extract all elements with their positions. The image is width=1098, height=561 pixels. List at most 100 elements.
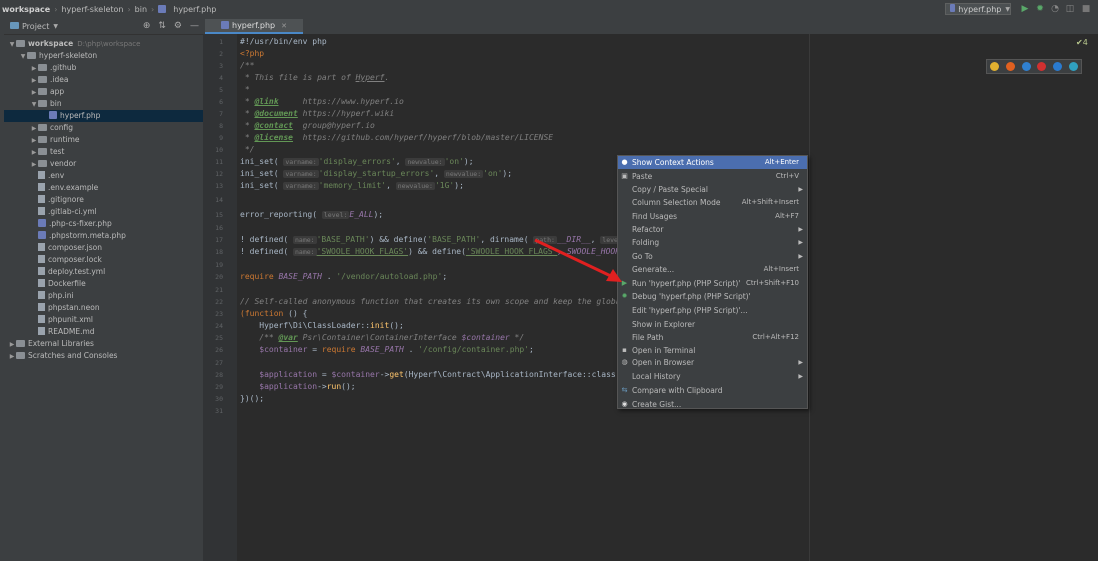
context-menu-item[interactable]: Find Usages Alt+F7 bbox=[618, 210, 807, 223]
context-menu-item[interactable]: Column Selection Mode Alt+Shift+Insert bbox=[618, 196, 807, 209]
tree-item[interactable]: .phpstorm.meta.php bbox=[4, 230, 229, 242]
context-menu-item[interactable]: ◉ Create Gist... bbox=[618, 398, 807, 411]
context-menu-item[interactable]: Copy / Paste Special ▶ bbox=[618, 183, 807, 196]
tree-item[interactable]: ▶ config bbox=[4, 122, 229, 134]
folder-icon bbox=[38, 135, 47, 143]
context-menu-item[interactable]: File Path Ctrl+Alt+F12 bbox=[618, 331, 807, 344]
context-menu-item[interactable]: ◍ Open in Browser ▶ bbox=[618, 356, 807, 369]
tree-item[interactable]: README.md bbox=[4, 326, 229, 338]
code-text: ; bbox=[529, 345, 534, 354]
context-menu-item[interactable]: ▶ Run 'hyperf.php (PHP Script)' Ctrl+Shift… bbox=[618, 277, 807, 290]
stop-icon[interactable]: ■ bbox=[1081, 4, 1091, 14]
tree-item[interactable]: ▶ .idea bbox=[4, 74, 229, 86]
code-line: $application = $container->get(Hyperf\Co… bbox=[240, 369, 625, 381]
tree-item[interactable]: ▶ Scratches and Consoles bbox=[4, 350, 207, 362]
code-text: = bbox=[307, 345, 322, 354]
chevron-down-icon[interactable]: ▼ bbox=[53, 23, 58, 30]
tree-item-label: config bbox=[50, 123, 73, 132]
tree-item[interactable]: .gitignore bbox=[4, 194, 229, 206]
code-text: ini_set( bbox=[240, 181, 279, 190]
tree-item[interactable]: composer.lock bbox=[4, 254, 229, 266]
tab-hyperf-php[interactable]: hyperf.php ✕ bbox=[205, 19, 303, 34]
locate-icon[interactable]: ⊕ bbox=[143, 21, 151, 31]
tree-item[interactable]: composer.json bbox=[4, 242, 229, 254]
context-menu-item[interactable]: ▣ Paste Ctrl+V bbox=[618, 170, 807, 183]
code-text: ! defined( bbox=[240, 235, 289, 244]
tree-item[interactable]: ▶ .github bbox=[4, 62, 229, 74]
context-menu-item[interactable]: ● Show Context Actions Alt+Enter bbox=[618, 156, 807, 169]
tree-item[interactable]: ▼ workspace D:\php\workspace bbox=[4, 38, 207, 50]
debug-icon[interactable]: ✹ bbox=[1035, 4, 1045, 14]
tree-item[interactable]: .env bbox=[4, 170, 229, 182]
context-menu-item[interactable]: Folding ▶ bbox=[618, 236, 807, 249]
profiler-icon[interactable]: ◫ bbox=[1065, 4, 1075, 14]
context-menu-item[interactable]: ⇆ Compare with Clipboard bbox=[618, 384, 807, 397]
hide-icon[interactable]: — bbox=[190, 21, 199, 31]
context-menu-item[interactable]: Generate... Alt+Insert bbox=[618, 263, 807, 276]
ie-icon[interactable] bbox=[1052, 62, 1062, 71]
safari-icon[interactable] bbox=[1021, 62, 1031, 71]
context-menu-item-label: Open in Browser bbox=[632, 358, 695, 367]
string-literal: 'display_startup_errors' bbox=[318, 169, 435, 178]
tree-item[interactable]: deploy.test.yml bbox=[4, 266, 229, 278]
browser-popup bbox=[986, 59, 1082, 74]
context-menu-item[interactable]: Refactor ▶ bbox=[618, 223, 807, 236]
globe-icon: ◍ bbox=[621, 358, 628, 366]
tree-item[interactable]: php.ini bbox=[4, 290, 229, 302]
tree-item[interactable]: ▶ runtime bbox=[4, 134, 229, 146]
tree-item[interactable]: .gitlab-ci.yml bbox=[4, 206, 229, 218]
context-menu-item[interactable]: ✹ Debug 'hyperf.php (PHP Script)' bbox=[618, 290, 807, 303]
inspection-widget[interactable]: ✔4 bbox=[1076, 38, 1088, 47]
tree-item[interactable]: ▶ vendor bbox=[4, 158, 229, 170]
inspection-count: 4 bbox=[1082, 38, 1088, 47]
tree-item[interactable]: ▶ External Libraries bbox=[4, 338, 207, 350]
context-menu-item[interactable]: Edit 'hyperf.php (PHP Script)'... bbox=[618, 304, 807, 317]
run-configuration-selector[interactable]: hyperf.php ▼ bbox=[945, 3, 1011, 15]
editor-context-menu: ● Show Context Actions Alt+Enter ▣ Paste Ctrl… bbox=[617, 155, 808, 409]
code-line: * bbox=[240, 84, 250, 96]
tree-item[interactable]: phpunit.xml bbox=[4, 314, 229, 326]
code-text: (); bbox=[341, 382, 356, 391]
breadcrumb-workspace[interactable]: workspace bbox=[2, 5, 50, 14]
context-menu-item-label: Local History bbox=[632, 372, 681, 381]
code-text: * bbox=[240, 109, 255, 118]
chevron-right-icon[interactable]: ▶ bbox=[8, 351, 16, 363]
tree-item[interactable]: phpstan.neon bbox=[4, 302, 229, 314]
close-icon[interactable]: ✕ bbox=[281, 22, 287, 30]
context-menu-item-shortcut: Alt+Shift+Insert bbox=[741, 198, 799, 206]
php-file-icon bbox=[38, 231, 46, 239]
collapse-all-icon[interactable]: ⇅ bbox=[158, 21, 166, 31]
project-panel-title[interactable]: Project bbox=[22, 22, 49, 31]
coverage-icon[interactable]: ◔ bbox=[1050, 4, 1060, 14]
bulb-icon: ● bbox=[621, 158, 628, 166]
chrome-icon[interactable] bbox=[990, 62, 1000, 71]
breadcrumb-hyperf-skeleton[interactable]: hyperf-skeleton bbox=[61, 5, 123, 14]
tree-item[interactable]: ▼ hyperf-skeleton bbox=[4, 50, 218, 62]
context-menu-item[interactable]: Show in Explorer bbox=[618, 318, 807, 331]
string-literal: '/vendor/autoload.php' bbox=[336, 272, 443, 281]
context-menu-item-label: Folding bbox=[632, 238, 660, 247]
breadcrumb-bin[interactable]: bin bbox=[135, 5, 147, 14]
context-menu-item[interactable]: Go To ▶ bbox=[618, 250, 807, 263]
edge-icon[interactable] bbox=[1068, 62, 1078, 71]
opera-icon[interactable] bbox=[1037, 62, 1047, 71]
file-icon bbox=[38, 183, 45, 191]
doc-tag: @var bbox=[278, 333, 298, 342]
tree-item[interactable]: .env.example bbox=[4, 182, 229, 194]
tree-item[interactable]: Dockerfile bbox=[4, 278, 229, 290]
context-menu-item-label: Go To bbox=[632, 252, 653, 261]
tree-item[interactable]: ▼ bin bbox=[4, 98, 229, 110]
gear-icon[interactable]: ⚙ bbox=[174, 21, 182, 31]
doc-tag: @document bbox=[254, 109, 298, 118]
tree-item[interactable]: .php-cs-fixer.php bbox=[4, 218, 229, 230]
context-menu-item[interactable]: Local History ▶ bbox=[618, 370, 807, 383]
breadcrumb-hyperf-php[interactable]: hyperf.php bbox=[173, 5, 216, 14]
context-menu-item-label: Run 'hyperf.php (PHP Script)' bbox=[632, 279, 741, 288]
run-icon[interactable]: ▶ bbox=[1020, 4, 1030, 14]
code-line: <?php bbox=[240, 48, 264, 60]
tree-item[interactable]: ▶ app bbox=[4, 86, 229, 98]
firefox-icon[interactable] bbox=[1005, 62, 1015, 71]
tree-item[interactable]: ▶ test bbox=[4, 146, 229, 158]
code-line: * This file is part of Hyperf. bbox=[240, 72, 390, 84]
tree-item-label: .php-cs-fixer.php bbox=[49, 219, 112, 228]
